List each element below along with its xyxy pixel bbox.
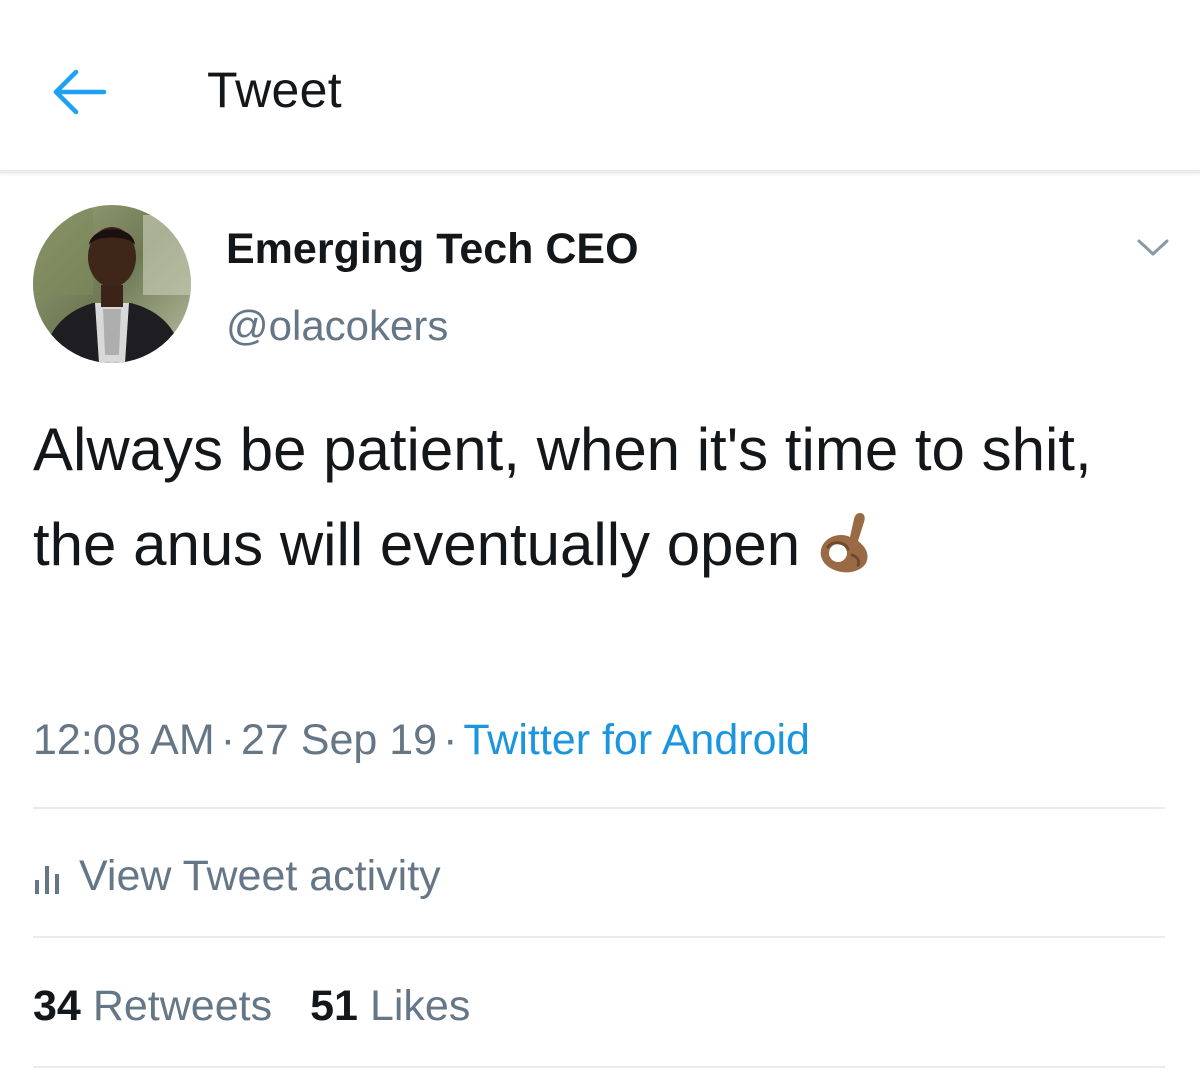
- tweet-stats: 34 Retweets 51 Likes: [33, 976, 508, 1036]
- avatar-photo: [33, 205, 191, 363]
- view-tweet-activity-button[interactable]: View Tweet activity: [33, 846, 441, 906]
- tweet-meta: 12:08 AM · 27 Sep 19 · Twitter for Android: [33, 710, 810, 770]
- retweets-label: Retweets: [92, 981, 273, 1030]
- view-tweet-activity-label: View Tweet activity: [79, 851, 441, 900]
- ok-hand-emoji: [814, 507, 876, 602]
- divider: [33, 936, 1165, 938]
- retweets-stat[interactable]: 34 Retweets: [33, 982, 272, 1031]
- top-app-bar: Tweet: [0, 0, 1200, 173]
- retweets-count: 34: [33, 981, 81, 1030]
- tweet-text: Always be patient, when it's time to shi…: [33, 402, 1163, 602]
- tweet-text-content: Always be patient, when it's time to shi…: [33, 416, 1092, 578]
- likes-stat[interactable]: 51 Likes: [310, 982, 470, 1031]
- author-display-name[interactable]: Emerging Tech CEO: [226, 222, 639, 276]
- tweet-date: 27 Sep 19: [241, 716, 438, 764]
- author-handle[interactable]: @olacokers: [226, 300, 448, 352]
- divider: [33, 807, 1165, 809]
- chevron-down-icon: [1137, 239, 1169, 256]
- bar-chart-icon: [33, 856, 63, 905]
- divider: [33, 1066, 1165, 1068]
- tweet-source-link[interactable]: Twitter for Android: [463, 716, 810, 764]
- tweet-time: 12:08 AM: [33, 716, 215, 764]
- meta-separator: ·: [220, 716, 236, 764]
- page-title: Tweet: [207, 62, 342, 118]
- likes-label: Likes: [369, 981, 471, 1030]
- more-options-button[interactable]: [1128, 228, 1178, 268]
- back-button[interactable]: [44, 62, 116, 122]
- tweet-detail-screen: Tweet Emerging Tech CEO @olacokers Alway…: [0, 0, 1200, 1079]
- avatar[interactable]: [33, 205, 191, 363]
- arrow-left-icon: [53, 69, 107, 115]
- meta-separator: ·: [443, 716, 458, 764]
- likes-count: 51: [310, 981, 358, 1030]
